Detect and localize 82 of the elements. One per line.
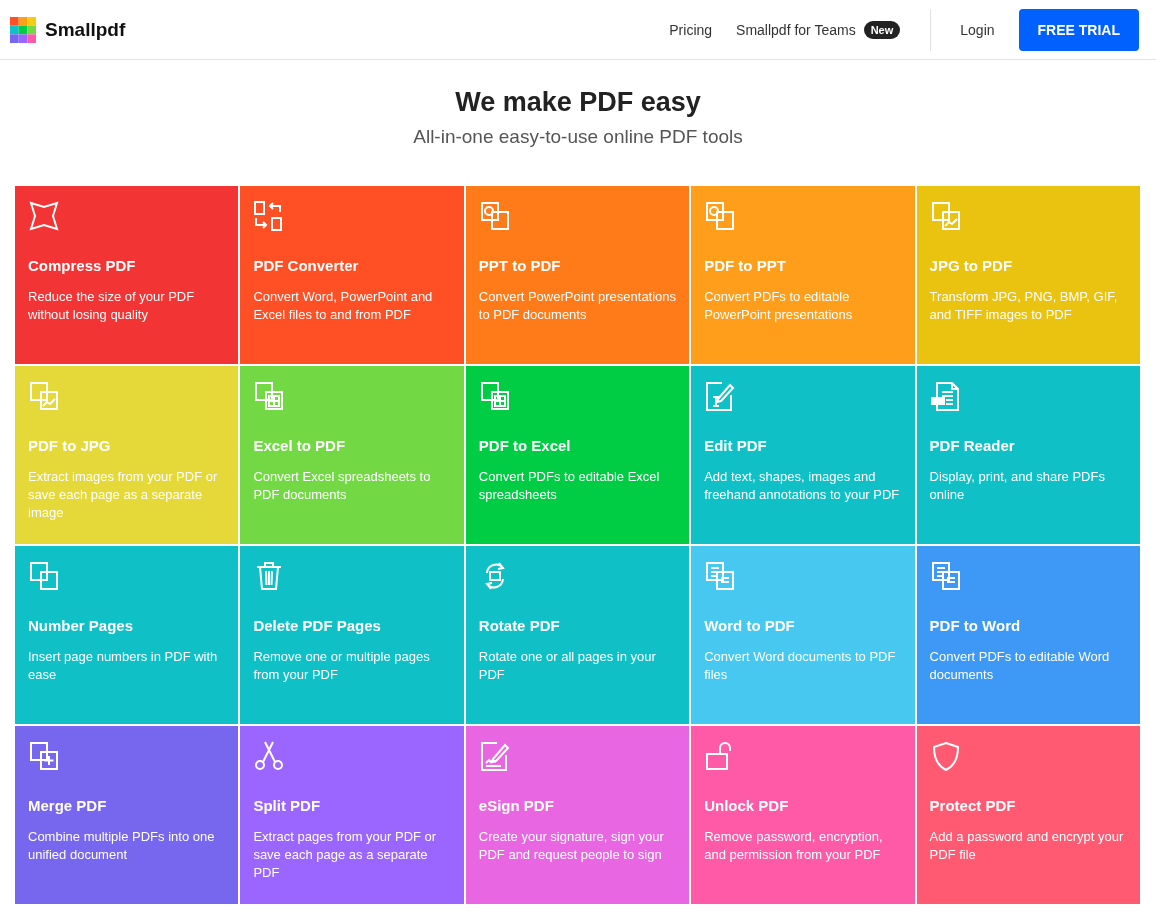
image-document-icon [929,200,962,232]
tool-card[interactable]: PDF Converter Convert Word, PowerPoint and Excel files to and from PDF [240,186,464,364]
text-document-icon [929,560,962,592]
tool-card[interactable]: Unlock PDF Remove password, encryption, and permission from your PDF [691,726,915,904]
tool-description: Convert Word documents to PDF files [704,648,897,684]
tool-title: Excel to PDF [253,437,347,454]
tool-card[interactable]: PPT to PDF Convert PowerPoint presentations to PDF documents [465,186,690,364]
tool-card[interactable]: Protect PDF Add a password and encrypt your PDF file [916,726,1140,904]
tool-description: Convert PowerPoint presentations to PDF documents [478,288,678,324]
tool-description: Add a password and encrypt your PDF file [929,828,1125,864]
tool-title: Protect PDF [929,797,1017,814]
tool-description: Extract images from your PDF or save each page as a separate image [28,468,219,522]
tool-card[interactable]: Number Pages Insert page numbers in PDF with ease [15,546,239,724]
tool-card[interactable]: Delete PDF Pages Remove one or multiple pages from your PDF [240,546,464,724]
tool-title: PDF to Excel [478,437,572,454]
tool-title: PDF Converter [253,257,360,274]
tool-card[interactable]: JPG to PDF Transform JPG, PNG, BMP, GIF, and TIFF images to PDF [916,186,1140,364]
tool-description: Extract pages from your PDF or save each page as a separate PDF [253,828,438,882]
tool-card[interactable]: Compress PDF Reduce the size of your PDF without losing quality [15,186,239,364]
tool-card[interactable]: PDF Reader Display, print, and share PDFs online [916,366,1140,544]
tool-title: Number Pages [28,617,135,634]
tool-title: PDF Reader [929,437,1016,454]
pencil-document-icon [704,380,737,412]
tool-title: Word to PDF [704,617,796,634]
page-title: We make PDF easy [454,87,702,118]
tool-card[interactable]: Edit PDF Add text, shapes, images and freehand annotations to your PDF [691,366,915,544]
brand-name[interactable]: Smallpdf [45,18,126,41]
tool-description: Combine multiple PDFs into one unified document [28,828,216,864]
tool-description: Remove password, encryption, and permission from your PDF [704,828,884,864]
tool-card[interactable]: Word to PDF Convert Word documents to PDF files [691,546,915,724]
tool-title: Delete PDF Pages [253,617,382,634]
new-badge: New [863,20,901,39]
nav-link[interactable]: Pricing [669,21,713,38]
tool-title: Merge PDF [28,797,108,814]
tool-description: Convert Word, PowerPoint and Excel files to and from PDF [253,288,434,324]
image-document-icon [28,380,60,412]
tool-description: Rotate one or all pages in your PDF [478,648,657,684]
tool-title: Rotate PDF [478,617,561,634]
tool-description: Create your signature, sign your PDF and request people to sign [478,828,665,864]
pages-icon [28,560,60,592]
tool-title: Split PDF [253,797,322,814]
free-trial-button[interactable]: FREE TRIAL [1018,8,1139,51]
tool-title: Unlock PDF [704,797,790,814]
page-subtitle: All-in-one easy-to-use online PDF tools [412,126,744,148]
tool-description: Convert PDFs to editable Word documents [929,648,1111,684]
nav-link[interactable]: Smallpdf for Teams [736,21,856,38]
tool-description: Remove one or multiple pages from your PDF [253,648,431,684]
tool-description: Transform JPG, PNG, BMP, GIF, and TIFF images to PDF [929,288,1119,324]
table-document-icon [253,380,286,412]
tool-title: eSign PDF [478,797,555,814]
tool-title: Compress PDF [28,257,137,274]
logo-icon [10,16,36,43]
tool-card[interactable]: PDF to JPG Extract images from your PDF or save each page as a separate image [15,366,239,544]
tool-title: Edit PDF [704,437,768,454]
tool-description: Reduce the size of your PDF without losing quality [28,288,196,324]
tool-description: Convert PDFs to editable Excel spreadsheets [478,468,661,504]
tool-card[interactable]: Merge PDF Combine multiple PDFs into one unified document [15,726,239,904]
tool-description: Display, print, and share PDFs online [929,468,1106,504]
tool-card[interactable]: eSign PDF Create your signature, sign your PDF and request people to sign [465,726,690,904]
tool-title: PPT to PDF [478,257,562,274]
tool-title: PDF to JPG [28,437,112,454]
login-link[interactable]: Login [960,21,995,38]
tool-card[interactable]: PDF to PPT Convert PDFs to editable PowerPoint presentations [691,186,915,364]
scissors-icon [253,740,286,772]
tool-title: PDF to PPT [704,257,787,274]
document-icon [929,380,962,412]
star-icon [28,200,60,232]
text-document-icon [704,560,737,592]
tool-card[interactable]: Excel to PDF Convert Excel spreadsheets to PDF documents [240,366,464,544]
table-document-icon [478,380,511,412]
tool-card[interactable]: PDF to Word Convert PDFs to editable Word documents [916,546,1140,724]
tool-description: Convert PDFs to editable PowerPoint presentations [704,288,854,324]
tool-title: JPG to PDF [929,257,1014,274]
tool-description: Insert page numbers in PDF with ease [28,648,219,684]
tool-description: Convert Excel spreadsheets to PDF documents [253,468,432,504]
tool-card[interactable]: Split PDF Extract pages from your PDF or save each page as a separate PDF [240,726,464,904]
tool-card[interactable]: PDF to Excel Convert PDFs to editable Excel spreadsheets [465,366,690,544]
tool-description: Add text, shapes, images and freehand annotations to your PDF [704,468,901,504]
tool-title: PDF to Word [929,617,1022,634]
tool-card[interactable]: Rotate PDF Rotate one or all pages in your PDF [465,546,690,724]
signature-icon [478,740,511,772]
add-page-icon [28,740,60,772]
